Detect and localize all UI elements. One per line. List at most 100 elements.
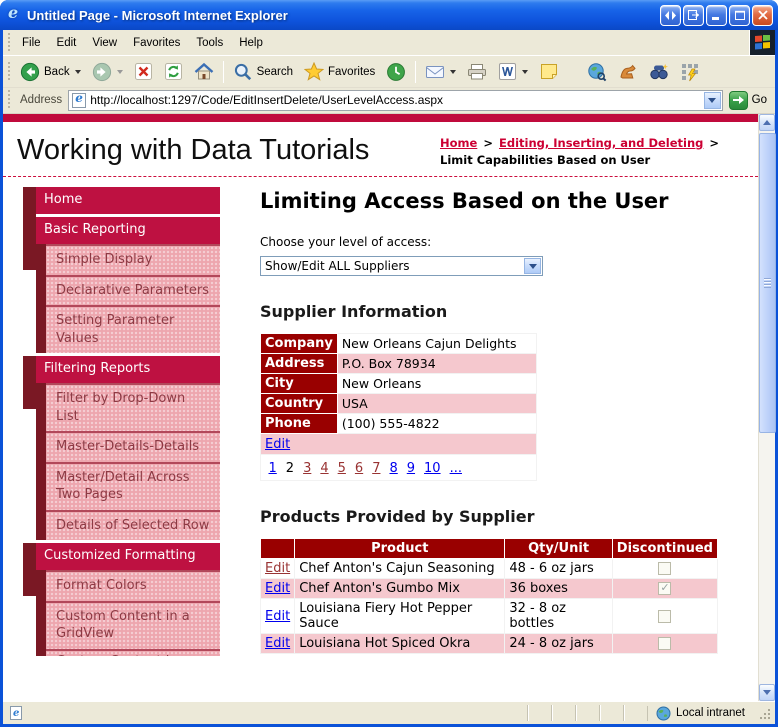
menu-tools[interactable]: Tools — [188, 33, 231, 53]
svg-text:e: e — [13, 708, 19, 719]
research-animal-button[interactable] — [613, 59, 643, 84]
titlebar[interactable]: Untitled Page - Microsoft Internet Explo… — [0, 0, 778, 30]
field-value-cell: New Orleans — [336, 373, 538, 395]
breadcrumb-home-link[interactable]: Home — [440, 136, 477, 150]
sidebar-nav: Home Basic Reporting Simple Display Decl… — [23, 187, 220, 662]
forward-button[interactable] — [87, 59, 128, 85]
sidebar-item-filtering-reports[interactable]: Filtering Reports — [23, 356, 220, 409]
pager-page-8[interactable]: 8 — [389, 461, 397, 476]
scroll-down-button[interactable] — [759, 684, 775, 701]
sidebar-item-setting-parameter-values[interactable]: Setting Parameter Values — [46, 305, 220, 354]
pager-page-9[interactable]: 9 — [407, 461, 415, 476]
product-cell: Chef Anton's Gumbo Mix — [294, 578, 506, 600]
sidebar-item-master-details-details[interactable]: Master-Details-Details — [46, 431, 220, 462]
breadcrumb-section-link[interactable]: Editing, Inserting, and Deleting — [499, 136, 703, 150]
research-button[interactable] — [644, 59, 674, 84]
resize-grip[interactable] — [759, 705, 772, 721]
search-label: Search — [256, 65, 294, 78]
product-cell: Louisiana Fiery Hot Pepper Sauce — [294, 598, 506, 635]
breadcrumb: Home > Editing, Inserting, and Deleting … — [440, 130, 748, 168]
table-row: Company New Orleans Cajun Delights — [260, 333, 538, 355]
print-button[interactable] — [462, 59, 492, 84]
security-zone: Local intranet — [646, 705, 757, 721]
pager-page-5[interactable]: 5 — [338, 461, 346, 476]
world-search-button[interactable] — [582, 59, 612, 85]
edit-product-link[interactable]: Edit — [265, 636, 290, 651]
pager-page-3[interactable]: 3 — [303, 461, 311, 476]
window-title: Untitled Page - Microsoft Internet Explo… — [27, 7, 288, 23]
history-button[interactable] — [381, 59, 411, 85]
menu-edit[interactable]: Edit — [49, 33, 85, 53]
product-cell: Louisiana Hot Spiced Okra — [294, 633, 506, 655]
world-search-icon — [588, 62, 607, 81]
minimize-button[interactable] — [706, 4, 727, 26]
table-row: Phone (100) 555-4822 — [260, 413, 538, 435]
sidebar-item-home[interactable]: Home — [23, 187, 220, 241]
pager-page-6[interactable]: 6 — [355, 461, 363, 476]
vertical-scrollbar[interactable] — [758, 114, 776, 701]
back-button[interactable]: Back — [15, 59, 86, 85]
toolbar-drag-handle[interactable] — [7, 61, 12, 82]
sidebar-item-format-colors[interactable]: Format Colors — [46, 570, 220, 601]
maximize-button[interactable] — [729, 4, 750, 26]
field-value-cell: USA — [336, 393, 538, 415]
select-dropdown-button[interactable] — [524, 258, 541, 275]
field-label-cell: City — [260, 373, 338, 395]
go-button[interactable]: Go — [728, 90, 769, 110]
table-row: Address P.O. Box 78934 — [260, 353, 538, 375]
pager-next-ellipsis[interactable]: ... — [450, 461, 462, 476]
pager-page-4[interactable]: 4 — [320, 461, 328, 476]
qty-cell: 48 - 6 oz jars — [504, 558, 613, 580]
favorites-button[interactable]: Favorites — [299, 59, 380, 84]
menu-view[interactable]: View — [84, 33, 125, 53]
pager-page-7[interactable]: 7 — [372, 461, 380, 476]
address-label: Address — [20, 94, 63, 106]
messenger-button[interactable] — [675, 59, 705, 85]
address-dropdown-button[interactable] — [703, 91, 721, 109]
sidebar-item-customized-formatting[interactable]: Customized Formatting — [23, 543, 220, 597]
mail-icon — [426, 66, 445, 78]
menu-file[interactable]: File — [14, 33, 49, 53]
edit-product-link[interactable]: Edit — [265, 609, 290, 624]
breadcrumb-separator: > — [483, 136, 493, 150]
animal-icon — [620, 64, 636, 79]
table-row: City New Orleans — [260, 373, 538, 395]
qty-column-header: Qty/Unit — [504, 538, 613, 560]
scroll-up-button[interactable] — [759, 114, 775, 131]
refresh-button[interactable] — [159, 59, 188, 84]
pager-page-1[interactable]: 1 — [269, 461, 277, 476]
pop-out-button[interactable] — [683, 4, 704, 26]
sidebar-item-custom-content-gridview[interactable]: Custom Content in a GridView — [46, 600, 220, 650]
sidebar-item-basic-reporting[interactable]: Basic Reporting — [23, 217, 220, 270]
search-button[interactable]: Search — [228, 59, 298, 85]
address-drag-handle[interactable] — [7, 90, 12, 110]
access-level-select[interactable]: Show/Edit ALL Suppliers — [260, 256, 543, 277]
stop-button[interactable] — [129, 59, 158, 84]
sidebar-item-custom-content-datalist[interactable]: Custom Content in a DataList — [46, 649, 220, 657]
close-button[interactable] — [752, 4, 773, 26]
discontinued-checkbox — [658, 562, 672, 576]
edit-supplier-link[interactable]: Edit — [265, 437, 290, 452]
discuss-button[interactable] — [534, 59, 564, 84]
sidebar-item-details-of-selected-row[interactable]: Details of Selected Row — [46, 509, 220, 541]
close-icon — [757, 10, 768, 20]
mail-button[interactable] — [420, 59, 461, 84]
scrollbar-thumb[interactable] — [759, 133, 776, 433]
sidebar-item-master-detail-across-two-pages[interactable]: Master/Detail Across Two Pages — [46, 461, 220, 510]
access-level-value: Show/Edit ALL Suppliers — [265, 259, 410, 274]
sidebar-item-declarative-parameters[interactable]: Declarative Parameters — [46, 274, 220, 306]
discontinued-checkbox — [658, 581, 672, 596]
pager-page-10[interactable]: 10 — [424, 461, 441, 476]
menu-help[interactable]: Help — [231, 33, 271, 53]
menu-favorites[interactable]: Favorites — [125, 33, 188, 53]
pan-left-right-button[interactable] — [660, 4, 681, 26]
sidebar-item-simple-display[interactable]: Simple Display — [46, 244, 220, 275]
discontinued-checkbox — [658, 637, 672, 651]
menu-drag-handle[interactable] — [7, 32, 12, 53]
sidebar-item-filter-by-dropdown-list[interactable]: Filter by Drop-Down List — [46, 383, 220, 432]
edit-product-link[interactable]: Edit — [265, 581, 290, 596]
address-input[interactable]: http://localhost:1297/Code/EditInsertDel… — [68, 89, 723, 111]
edit-product-link[interactable]: Edit — [265, 561, 290, 576]
edit-with-word-button[interactable] — [493, 59, 533, 84]
home-button[interactable] — [189, 59, 219, 84]
